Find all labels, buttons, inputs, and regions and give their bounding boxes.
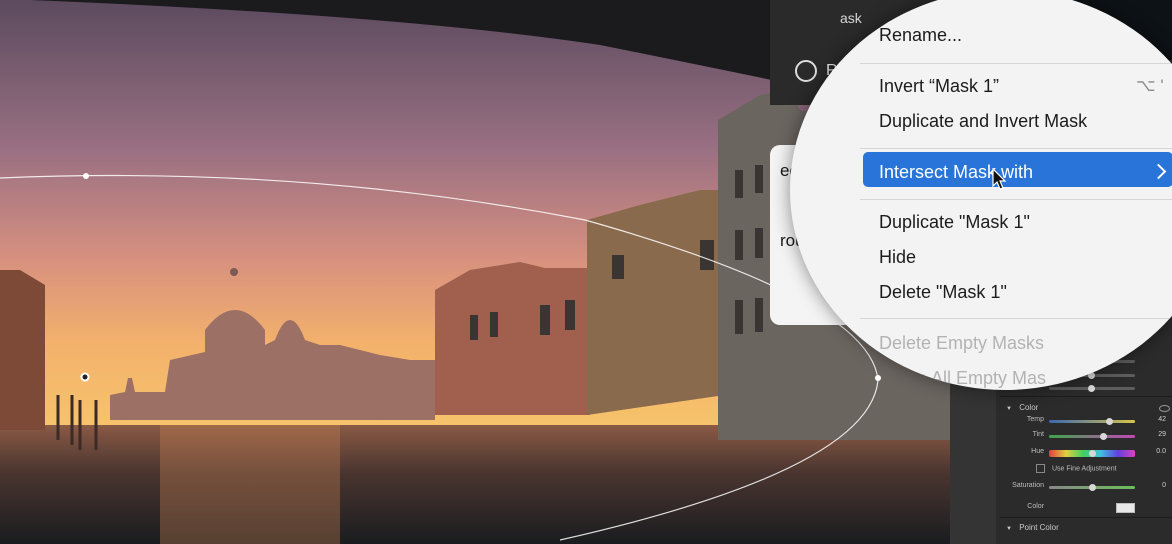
tint-slider[interactable]: Tint 29: [1000, 430, 1172, 442]
menu-item-invert[interactable]: Invert “Mask 1”: [879, 76, 999, 97]
radial-gradient-icon[interactable]: [795, 60, 817, 82]
menu-item-delete-all-empty[interactable]: te All Empty Mas: [912, 368, 1046, 389]
temp-slider[interactable]: Temp 42: [1000, 415, 1172, 427]
tint-track[interactable]: [1049, 435, 1135, 438]
checkbox[interactable]: [1036, 464, 1045, 473]
expand-triangle-icon: ▼: [1006, 526, 1012, 532]
color-section-header[interactable]: ▼ Color: [1006, 403, 1038, 412]
menu-item-delete-empty[interactable]: Delete Empty Masks: [879, 333, 1044, 354]
hue-thumb[interactable]: [1088, 450, 1096, 457]
temp-thumb[interactable]: [1105, 418, 1113, 425]
point-color-section-header[interactable]: ▼ Point Color: [1006, 523, 1059, 532]
slider-thumb[interactable]: [1088, 385, 1095, 392]
menu-separator: [860, 318, 1172, 319]
section-divider: [1000, 517, 1172, 518]
menu-separator: [860, 63, 1172, 64]
saturation-thumb[interactable]: [1088, 484, 1096, 491]
temp-track[interactable]: [1049, 420, 1135, 423]
menu-item-hide[interactable]: Hide: [879, 247, 916, 268]
menu-item-duplicate-invert[interactable]: Duplicate and Invert Mask: [879, 111, 1087, 132]
eye-icon[interactable]: [1159, 405, 1170, 412]
menu-separator: [860, 199, 1172, 200]
fine-adjustment-checkbox[interactable]: Use Fine Adjustment: [1036, 464, 1117, 473]
saturation-slider[interactable]: Saturation 0: [1000, 481, 1172, 493]
masks-header: ask: [840, 10, 862, 26]
menu-item-duplicate[interactable]: Duplicate "Mask 1": [879, 212, 1030, 233]
menu-item-rename[interactable]: Rename...: [879, 25, 962, 46]
menu-item-delete[interactable]: Delete "Mask 1": [879, 282, 1007, 303]
tint-thumb[interactable]: [1099, 433, 1107, 440]
mouse-cursor-icon: [992, 168, 1007, 190]
color-swatch[interactable]: [1116, 503, 1135, 513]
hue-slider[interactable]: Hue 0.0: [1000, 447, 1172, 459]
section-divider: [1000, 396, 1172, 397]
menu-separator: [860, 148, 1172, 149]
menu-item-intersect-label[interactable]: Intersect Mask with: [879, 162, 1033, 183]
invert-shortcut: ⌥ ': [1136, 76, 1164, 95]
expand-triangle-icon: ▼: [1006, 406, 1012, 412]
